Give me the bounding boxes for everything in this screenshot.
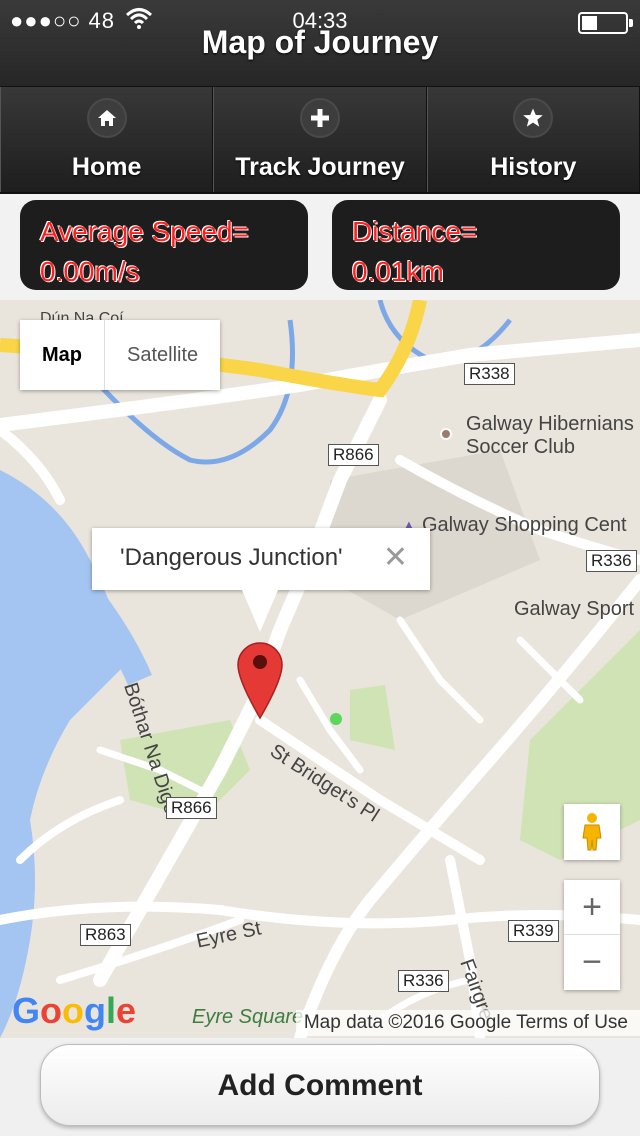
map-label-galway-hibernians: Galway Hibernians bbox=[466, 413, 634, 435]
zoom-control: + − bbox=[564, 880, 620, 990]
nav-home-label: Home bbox=[71, 153, 142, 181]
map-label-soccer-club: Soccer Club bbox=[466, 436, 575, 458]
average-speed-label: Average Speed= bbox=[40, 216, 249, 247]
road-shield-r863: R863 bbox=[80, 924, 131, 946]
map-type-satellite-button[interactable]: Satellite bbox=[105, 320, 220, 390]
average-speed-value: 0.00m/s bbox=[40, 256, 140, 287]
road-shield-r336: R336 bbox=[586, 550, 637, 572]
bottom-bar: Add Comment bbox=[0, 1038, 640, 1136]
map-type-control: Map Satellite bbox=[20, 320, 221, 390]
google-logo: Google bbox=[12, 990, 137, 1031]
poi-icon bbox=[440, 428, 452, 440]
info-window-tail bbox=[242, 590, 278, 632]
app-header: ●●●○○ 48 04:33 Map of Journey bbox=[0, 0, 640, 86]
road-shield-r866: R866 bbox=[328, 444, 379, 466]
nav-home[interactable]: Home bbox=[0, 87, 214, 192]
nav-history-label: History bbox=[490, 153, 577, 181]
map-attribution[interactable]: Map data ©2016 Google Terms of Use bbox=[295, 1010, 640, 1036]
map-view[interactable]: Dún Na Coí Galway Hibernians Soccer Club… bbox=[0, 300, 640, 1038]
map-type-map-button[interactable]: Map bbox=[20, 320, 105, 390]
map-label-galway-sport: Galway Sport bbox=[514, 598, 635, 620]
park-area bbox=[350, 685, 395, 750]
distance-box: Distance= 0.01km bbox=[332, 200, 620, 290]
nav-bar: Home Track Journey History bbox=[0, 86, 640, 194]
plus-icon bbox=[301, 100, 338, 136]
map-label-eyre-square: Eyre Square bbox=[192, 1006, 304, 1028]
road-shield-r866: R866 bbox=[166, 797, 217, 819]
star-icon bbox=[515, 100, 552, 136]
zoom-in-button[interactable]: + bbox=[564, 880, 620, 935]
road-shield-r339: R339 bbox=[508, 920, 559, 942]
nav-track-journey[interactable]: Track Journey bbox=[213, 87, 427, 192]
nav-track-journey-label: Track Journey bbox=[235, 153, 405, 181]
info-window: 'Dangerous Junction' ✕ bbox=[92, 528, 430, 632]
home-icon bbox=[88, 100, 125, 136]
average-speed-box: Average Speed= 0.00m/s bbox=[20, 200, 308, 290]
add-comment-button[interactable]: Add Comment bbox=[40, 1044, 600, 1126]
nav-history[interactable]: History bbox=[426, 87, 640, 192]
info-window-text: 'Dangerous Junction' bbox=[120, 544, 343, 571]
street-view-pegman-icon[interactable] bbox=[564, 804, 620, 860]
map-label-galway-shopping: Galway Shopping Cent bbox=[422, 514, 627, 536]
distance-label: Distance= bbox=[352, 216, 478, 247]
road-shield-r338: R338 bbox=[464, 363, 515, 385]
close-icon[interactable]: ✕ bbox=[383, 540, 408, 575]
page-title: Map of Journey bbox=[201, 24, 439, 60]
location-dot bbox=[330, 713, 342, 725]
road-shield-r336: R336 bbox=[398, 970, 449, 992]
distance-value: 0.01km bbox=[352, 256, 444, 287]
zoom-out-button[interactable]: − bbox=[564, 935, 620, 990]
